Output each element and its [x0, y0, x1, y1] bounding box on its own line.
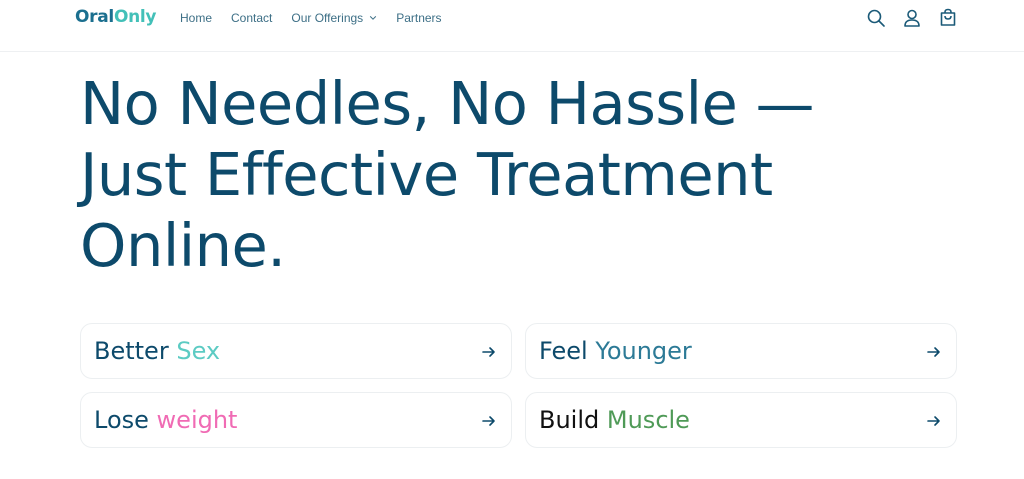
- nav-contact[interactable]: Contact: [231, 11, 272, 25]
- nav-our-offerings[interactable]: Our Offerings: [291, 11, 377, 25]
- account-icon[interactable]: [902, 8, 922, 28]
- card-label-first: Feel: [539, 337, 588, 365]
- nav-our-offerings-label: Our Offerings: [291, 11, 364, 25]
- nav-contact-label: Contact: [231, 11, 273, 25]
- arrow-right-icon: [927, 347, 940, 357]
- hero-headline: No Needles, No Hassle — Just Effective T…: [80, 68, 940, 281]
- card-label-first: Build: [539, 406, 600, 434]
- card-label: Feel Younger: [539, 336, 692, 366]
- arrow-right-icon: [482, 347, 495, 357]
- site-header: OralOnly Home Contact Our Offerings Part…: [0, 0, 1024, 52]
- card-label: Lose weight: [94, 405, 237, 435]
- card-build-muscle[interactable]: Build Muscle: [525, 392, 957, 448]
- logo-text-only: Only: [113, 7, 157, 27]
- card-label-second: Muscle: [606, 406, 690, 434]
- main-nav: Home Contact Our Offerings Partners: [180, 11, 461, 25]
- nav-partners[interactable]: Partners: [396, 11, 441, 25]
- header-actions: [866, 8, 974, 28]
- nav-home[interactable]: Home: [180, 11, 212, 25]
- card-better-sex[interactable]: Better Sex: [80, 323, 512, 379]
- card-label-second: weight: [156, 406, 238, 434]
- arrow-right-icon: [482, 416, 495, 426]
- cart-icon[interactable]: [938, 8, 958, 28]
- chevron-down-icon: [370, 16, 377, 20]
- hero-line-2: Just Effective Treatment: [80, 140, 773, 209]
- hero-line-3: Online.: [80, 211, 286, 280]
- logo[interactable]: OralOnly: [75, 7, 157, 27]
- card-lose-weight[interactable]: Lose weight: [80, 392, 512, 448]
- nav-home-label: Home: [180, 11, 213, 25]
- hero-line-1: No Needles, No Hassle —: [80, 69, 815, 138]
- arrow-right-icon: [927, 416, 940, 426]
- logo-text-oral: Oral: [75, 7, 114, 27]
- card-feel-younger[interactable]: Feel Younger: [525, 323, 957, 379]
- search-icon[interactable]: [866, 8, 886, 28]
- card-label: Build Muscle: [539, 405, 690, 435]
- card-label-first: Better: [94, 337, 169, 365]
- nav-partners-label: Partners: [396, 11, 442, 25]
- card-label-second: Sex: [176, 337, 221, 365]
- card-label-second: Younger: [595, 337, 692, 365]
- card-label: Better Sex: [94, 336, 220, 366]
- card-label-first: Lose: [94, 406, 149, 434]
